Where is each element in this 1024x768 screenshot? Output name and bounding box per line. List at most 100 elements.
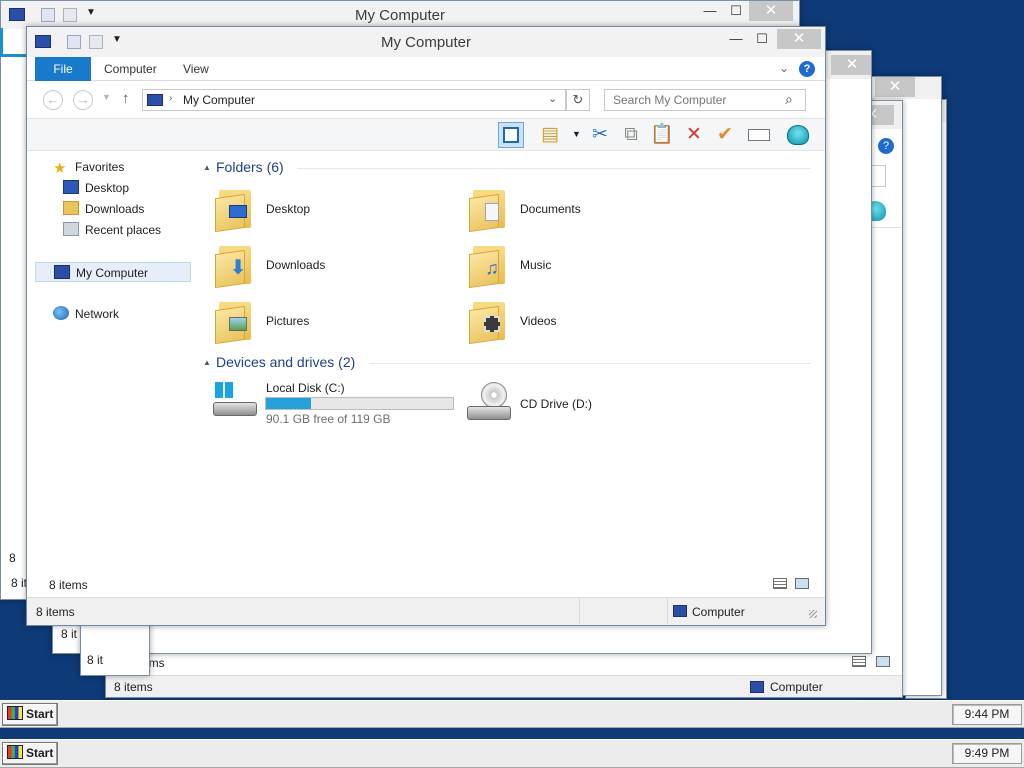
- folder-videos-label[interactable]: Videos: [520, 314, 556, 328]
- middle-window-close-button[interactable]: ✕: [831, 55, 871, 75]
- taskbar-clock[interactable]: 9:44 PM: [952, 704, 1022, 725]
- back-maximize-button[interactable]: ☐: [723, 1, 749, 21]
- check-icon[interactable]: ✔: [712, 122, 738, 148]
- search-box[interactable]: ⌕: [604, 89, 806, 111]
- large-icons-view-icon[interactable]: [876, 656, 890, 667]
- computer-icon: [147, 94, 163, 106]
- back-window-status-fragment: 8 it: [11, 576, 28, 590]
- main-status-bar: 8 items Computer: [27, 597, 825, 625]
- ribbon-tabs: File Computer View ⌄ ?: [27, 57, 825, 81]
- devices-collapse-icon[interactable]: ▲: [203, 358, 211, 367]
- forward-arrow-icon[interactable]: →: [73, 90, 93, 110]
- nav-downloads[interactable]: Downloads: [63, 199, 144, 219]
- folder-videos[interactable]: [469, 298, 509, 345]
- folder-music[interactable]: ♫: [469, 242, 509, 289]
- tab-file[interactable]: File: [35, 57, 91, 81]
- main-window-titlebar: ▼ My Computer — ☐ ✕: [27, 27, 825, 57]
- status-items: 8 items: [36, 605, 75, 619]
- properties-check-icon[interactable]: ▤: [537, 122, 563, 148]
- start-button[interactable]: Start: [2, 742, 59, 765]
- nav-desktop-label: Desktop: [85, 181, 130, 195]
- computer-icon: [54, 265, 70, 279]
- documents-icon: [481, 202, 503, 222]
- search-icon[interactable]: ⌕: [785, 91, 793, 108]
- folders-group-header[interactable]: Folders (6): [216, 159, 284, 175]
- help-icon[interactable]: ?: [878, 138, 894, 154]
- folder-downloads-label[interactable]: Downloads: [266, 258, 325, 272]
- right-window-2-close-button[interactable]: ✕: [875, 77, 915, 97]
- local-disk-icon[interactable]: [213, 382, 259, 420]
- cut-icon[interactable]: ✂: [587, 122, 613, 148]
- start-button[interactable]: Start: [2, 703, 59, 726]
- nav-favorites-label: Favorites: [75, 160, 125, 174]
- film-strip-icon: [481, 314, 503, 334]
- shell-icon[interactable]: [785, 122, 811, 148]
- music-note-icon: ♫: [485, 258, 499, 278]
- details-view-icon[interactable]: [773, 578, 787, 589]
- tab-view[interactable]: View: [183, 57, 209, 81]
- nav-desktop[interactable]: Desktop: [63, 178, 129, 198]
- taskbar-lower: Start 9:49 PM: [0, 739, 1024, 768]
- desktop-icon: [63, 180, 79, 194]
- download-arrow-icon: ⬇: [229, 257, 247, 279]
- devices-group-header[interactable]: Devices and drives (2): [216, 354, 355, 370]
- nav-favorites[interactable]: ★ Favorites: [53, 157, 124, 177]
- address-location[interactable]: My Computer: [183, 93, 255, 107]
- desktop-strip: [0, 729, 1024, 739]
- local-disk-usage-bar: [265, 397, 454, 410]
- folder-documents-label[interactable]: Documents: [520, 202, 581, 216]
- start-button-label: Start: [26, 746, 54, 760]
- folder-desktop-label[interactable]: Desktop: [266, 202, 310, 216]
- local-disk-name[interactable]: Local Disk (C:): [266, 381, 345, 395]
- refresh-button[interactable]: ↻: [566, 89, 590, 111]
- folder-documents[interactable]: [469, 186, 509, 233]
- taskbar-upper: Start 9:44 PM: [0, 700, 1024, 728]
- folder-pictures-label[interactable]: Pictures: [266, 314, 309, 328]
- taskbar-clock[interactable]: 9:49 PM: [952, 743, 1022, 764]
- help-icon[interactable]: ?: [799, 61, 815, 77]
- status-location: Computer: [770, 680, 823, 694]
- copy-icon[interactable]: ⧉: [618, 122, 644, 148]
- delete-icon[interactable]: ✕: [681, 122, 707, 148]
- breadcrumb-separator-icon[interactable]: ›: [169, 93, 172, 104]
- computer-icon: [673, 605, 687, 617]
- rename-icon[interactable]: [746, 122, 772, 148]
- cd-drive-icon[interactable]: [467, 382, 513, 424]
- paste-icon[interactable]: 📋: [649, 122, 675, 148]
- back-arrow-icon[interactable]: ←: [43, 90, 63, 110]
- folders-collapse-icon[interactable]: ▲: [203, 163, 211, 172]
- start-button-label: Start: [26, 707, 54, 721]
- large-icons-view-icon[interactable]: [795, 578, 809, 589]
- close-button[interactable]: ✕: [777, 29, 821, 49]
- address-dropdown-icon[interactable]: ⌄: [548, 92, 557, 105]
- folder-music-label[interactable]: Music: [520, 258, 551, 272]
- details-view-icon[interactable]: [852, 656, 866, 667]
- back-window-status-fragment: 8: [9, 551, 16, 565]
- pictures-icon: [227, 314, 249, 334]
- folder-pictures[interactable]: [215, 298, 255, 345]
- network-icon: [53, 306, 69, 320]
- content-pane: ▲ Folders (6) Desktop Documents ⬇ Downlo…: [49, 152, 819, 598]
- properties-dropdown-icon[interactable]: ▼: [572, 129, 581, 139]
- nav-recent-label: Recent places: [85, 223, 162, 237]
- search-input[interactable]: [611, 92, 777, 108]
- folder-downloads[interactable]: ⬇: [215, 242, 255, 289]
- ribbon-expand-chevron-icon[interactable]: ⌄: [779, 61, 789, 75]
- cd-drive-name[interactable]: CD Drive (D:): [520, 397, 592, 411]
- up-arrow-icon[interactable]: ↑: [122, 90, 130, 107]
- minimize-button[interactable]: —: [723, 29, 749, 49]
- folder-desktop[interactable]: [215, 186, 255, 233]
- main-window: ▼ My Computer — ☐ ✕ File Computer View ⌄…: [26, 26, 826, 626]
- resize-grip-icon[interactable]: [809, 610, 817, 618]
- recent-locations-dropdown-icon[interactable]: ▼: [102, 92, 111, 102]
- preview-pane-icon[interactable]: [498, 122, 524, 148]
- tab-computer[interactable]: Computer: [104, 57, 157, 81]
- address-bar[interactable]: › My Computer ⌄: [142, 89, 566, 111]
- nav-recent-places[interactable]: Recent places: [63, 220, 161, 240]
- back-close-button[interactable]: ✕: [749, 1, 793, 21]
- nav-network[interactable]: Network: [53, 304, 119, 324]
- nav-my-computer[interactable]: My Computer: [35, 262, 191, 282]
- back-minimize-button[interactable]: —: [697, 1, 723, 21]
- content-items-count: 8 items: [49, 578, 88, 592]
- maximize-button[interactable]: ☐: [749, 29, 775, 49]
